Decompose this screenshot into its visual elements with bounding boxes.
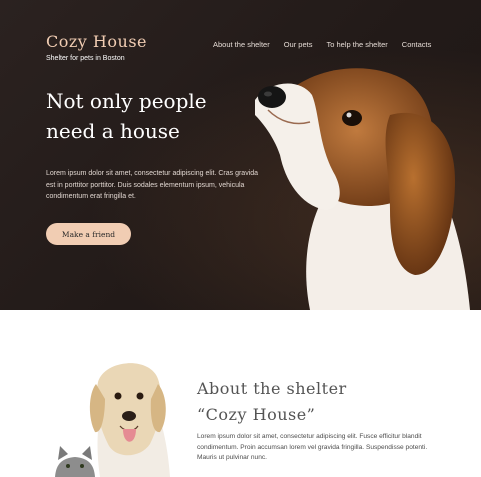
about-title: About the shelter “Cozy House” bbox=[197, 376, 457, 428]
dog-and-cat-image bbox=[55, 363, 170, 477]
nav-item-about[interactable]: About the shelter bbox=[213, 40, 270, 49]
hero-description: Lorem ipsum dolor sit amet, consectetur … bbox=[46, 170, 259, 200]
logo-title: Cozy House bbox=[46, 32, 147, 51]
hero-headline: Not only people need a house bbox=[46, 86, 246, 146]
about-section: About the shelter “Cozy House” Lorem ips… bbox=[0, 310, 481, 477]
about-title-line2: “Cozy House” bbox=[197, 405, 316, 424]
main-nav: About the shelter Our pets To help the s… bbox=[213, 40, 431, 49]
about-description: Lorem ipsum dolor sit amet, consectetur … bbox=[197, 433, 428, 461]
hero-headline-line1: Not only people bbox=[46, 89, 207, 113]
logo[interactable]: Cozy House Shelter for pets in Boston bbox=[46, 32, 147, 62]
make-a-friend-button[interactable]: Make a friend bbox=[46, 223, 131, 245]
hero-headline-line2: need a house bbox=[46, 119, 180, 143]
about-title-line1: About the shelter bbox=[197, 379, 347, 398]
nav-item-help[interactable]: To help the shelter bbox=[326, 40, 387, 49]
nav-item-our-pets[interactable]: Our pets bbox=[284, 40, 313, 49]
nav-item-contacts[interactable]: Contacts bbox=[402, 40, 432, 49]
logo-subtitle: Shelter for pets in Boston bbox=[46, 55, 125, 62]
puppy-image bbox=[255, 68, 470, 310]
hero-section: Cozy House Shelter for pets in Boston Ab… bbox=[0, 0, 481, 310]
